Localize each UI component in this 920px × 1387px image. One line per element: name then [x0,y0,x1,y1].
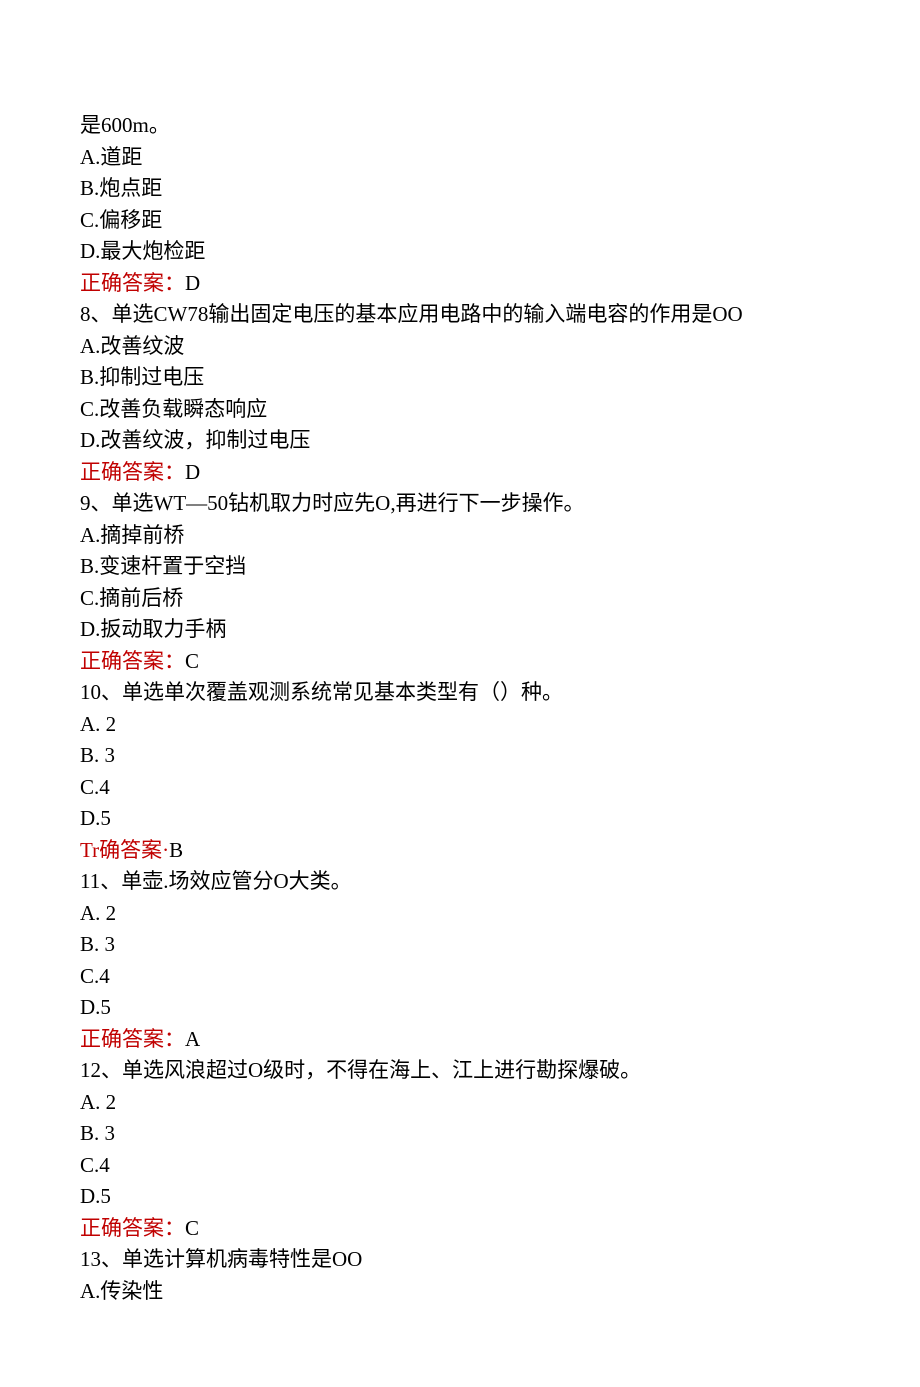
document-page: 是600m。A.道距B.炮点距C.偏移距D.最大炮检距正确答案：D8、单选CW7… [0,0,920,1387]
text-line: 8、单选CW78输出固定电压的基本应用电路中的输入端电容的作用是OO [80,299,840,331]
text-line: A.摘掉前桥 [80,520,840,552]
text-line: 12、单选风浪超过O级时，不得在海上、江上进行勘探爆破。 [80,1055,840,1087]
text-line: 正确答案：D [80,457,840,489]
text-line: 9、单选WT—50钻机取力时应先O,再进行下一步操作。 [80,488,840,520]
text-line: A.改善纹波 [80,331,840,363]
text-line: A. 2 [80,898,840,930]
answer-value: A [185,1027,200,1051]
answer-value: B [169,838,183,862]
text-line: Tr确答案·B [80,835,840,867]
text-line: D.扳动取力手柄 [80,614,840,646]
text-line: B.炮点距 [80,173,840,205]
answer-value: C [185,1216,199,1240]
text-line: A.道距 [80,142,840,174]
text-line: D.5 [80,992,840,1024]
text-line: 正确答案：C [80,646,840,678]
text-line: D.改善纹波，抑制过电压 [80,425,840,457]
text-line: 正确答案：D [80,268,840,300]
answer-value: D [185,460,200,484]
text-line: D.5 [80,1181,840,1213]
text-line: C.4 [80,772,840,804]
answer-label: 正确答案： [80,460,185,484]
text-line: C.4 [80,961,840,993]
text-line: A. 2 [80,1087,840,1119]
text-line: B. 3 [80,740,840,772]
text-line: 10、单选单次覆盖观测系统常见基本类型有（）种。 [80,677,840,709]
text-line: 正确答案：A [80,1024,840,1056]
answer-label: 正确答案： [80,271,185,295]
text-line: 是600m。 [80,110,840,142]
answer-label: Tr确答案· [80,838,169,862]
text-line: D.5 [80,803,840,835]
text-line: C.摘前后桥 [80,583,840,615]
text-line: B.抑制过电压 [80,362,840,394]
text-line: C.改善负载瞬态响应 [80,394,840,426]
text-line: C.偏移距 [80,205,840,237]
answer-label: 正确答案： [80,1216,185,1240]
answer-value: D [185,271,200,295]
text-line: B. 3 [80,1118,840,1150]
text-line: 正确答案：C [80,1213,840,1245]
answer-label: 正确答案： [80,649,185,673]
answer-value: C [185,649,199,673]
text-line: 11、单壶.场效应管分O大类。 [80,866,840,898]
text-line: 13、单选计算机病毒特性是OO [80,1244,840,1276]
text-line: C.4 [80,1150,840,1182]
text-line: D.最大炮检距 [80,236,840,268]
text-line: B.变速杆置于空挡 [80,551,840,583]
answer-label: 正确答案： [80,1027,185,1051]
text-line: B. 3 [80,929,840,961]
text-line: A. 2 [80,709,840,741]
text-line: A.传染性 [80,1276,840,1308]
